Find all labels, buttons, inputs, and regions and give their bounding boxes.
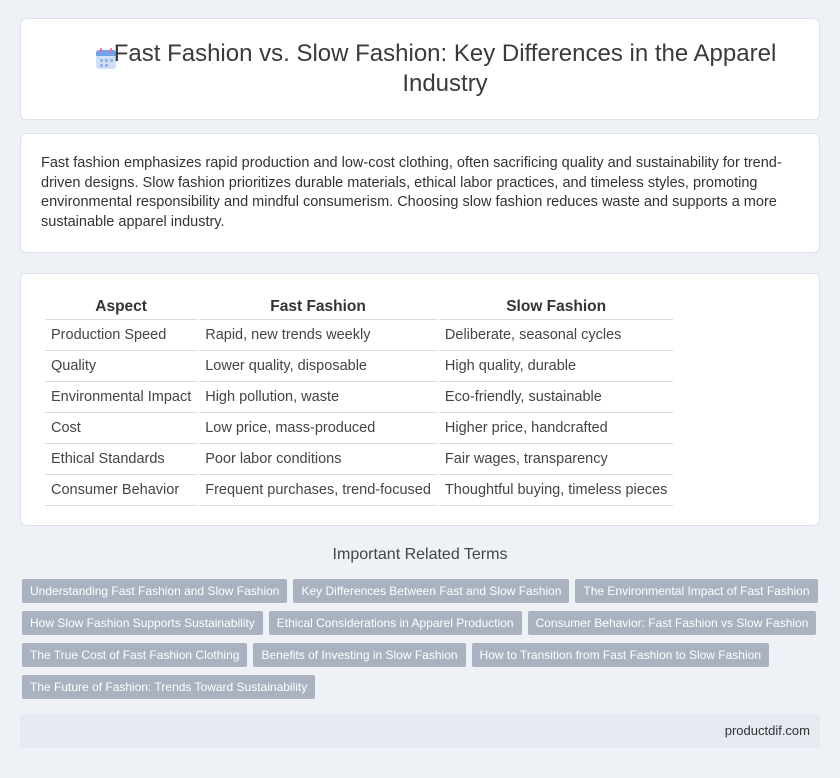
header-fast-fashion: Fast Fashion (199, 294, 437, 320)
cell-fast: Lower quality, disposable (199, 351, 437, 382)
related-term-link[interactable]: Benefits of Investing in Slow Fashion (253, 643, 466, 667)
header-aspect: Aspect (45, 294, 198, 320)
cell-fast: Low price, mass-produced (199, 413, 437, 444)
cell-aspect: Quality (45, 351, 198, 382)
cell-slow: Fair wages, transparency (438, 444, 674, 475)
summary-text: Fast fashion emphasizes rapid production… (41, 155, 782, 230)
table-row: Consumer Behavior Frequent purchases, tr… (45, 475, 674, 506)
cell-aspect: Cost (45, 413, 198, 444)
footer-site-link[interactable]: productdif.com (725, 723, 810, 738)
cell-slow: High quality, durable (438, 351, 674, 382)
cell-slow: Thoughtful buying, timeless pieces (438, 475, 674, 506)
related-term-link[interactable]: How Slow Fashion Supports Sustainability (22, 611, 263, 635)
table-row: Environmental Impact High pollution, was… (45, 382, 674, 413)
cell-slow: Eco-friendly, sustainable (438, 382, 674, 413)
cell-slow: Higher price, handcrafted (438, 413, 674, 444)
table-header-row: Aspect Fast Fashion Slow Fashion (45, 294, 674, 320)
header-slow-fashion: Slow Fashion (438, 294, 674, 320)
header-card: Fast Fashion vs. Slow Fashion: Key Diffe… (20, 18, 820, 120)
footer: productdif.com (20, 714, 820, 748)
related-term-link[interactable]: Consumer Behavior: Fast Fashion vs Slow … (527, 611, 817, 635)
related-terms-title: Important Related Terms (332, 546, 508, 563)
related-terms-list: Understanding Fast Fashion and Slow Fash… (22, 579, 822, 707)
related-term-link[interactable]: Key Differences Between Fast and Slow Fa… (293, 579, 570, 603)
related-term-link[interactable]: The True Cost of Fast Fashion Clothing (22, 643, 248, 667)
table-row: Quality Lower quality, disposable High q… (45, 351, 674, 382)
table-row: Cost Low price, mass-produced Higher pri… (45, 413, 674, 444)
cell-fast: High pollution, waste (199, 382, 437, 413)
comparison-table-card: Aspect Fast Fashion Slow Fashion Product… (20, 273, 820, 526)
cell-aspect: Environmental Impact (45, 382, 198, 413)
cell-aspect: Production Speed (45, 320, 198, 351)
cell-fast: Poor labor conditions (199, 444, 437, 475)
related-term-link[interactable]: The Environmental Impact of Fast Fashion (575, 579, 818, 603)
related-term-link[interactable]: Ethical Considerations in Apparel Produc… (268, 611, 522, 635)
cell-slow: Deliberate, seasonal cycles (438, 320, 674, 351)
table-row: Ethical Standards Poor labor conditions … (45, 444, 674, 475)
related-term-link[interactable]: Understanding Fast Fashion and Slow Fash… (22, 579, 288, 603)
cell-fast: Rapid, new trends weekly (199, 320, 437, 351)
related-term-link[interactable]: The Future of Fashion: Trends Toward Sus… (22, 675, 316, 699)
related-term-link[interactable]: How to Transition from Fast Fashion to S… (471, 643, 769, 667)
cell-aspect: Ethical Standards (45, 444, 198, 475)
page-title: Fast Fashion vs. Slow Fashion: Key Diffe… (113, 40, 777, 97)
table-row: Production Speed Rapid, new trends weekl… (45, 320, 674, 351)
cell-fast: Frequent purchases, trend-focused (199, 475, 437, 506)
summary-card: Fast fashion emphasizes rapid production… (20, 133, 820, 253)
cell-aspect: Consumer Behavior (45, 475, 198, 506)
comparison-table: Aspect Fast Fashion Slow Fashion Product… (43, 294, 675, 506)
